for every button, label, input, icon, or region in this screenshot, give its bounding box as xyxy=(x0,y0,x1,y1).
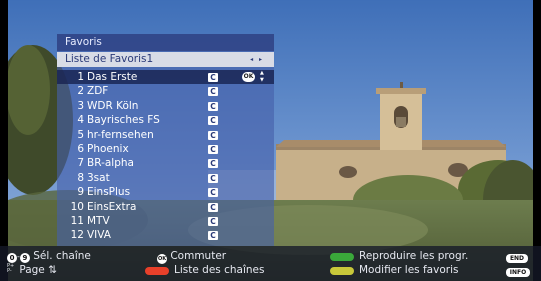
cable-source-badge: C xyxy=(208,231,218,241)
panel-title: Favoris xyxy=(57,34,274,51)
page-key-icon: P+ P- xyxy=(7,263,15,274)
channel-row[interactable]: 8 3sat C xyxy=(57,171,274,185)
ok-key-icon: OK xyxy=(157,254,167,264)
cable-source-badge: C xyxy=(208,202,218,212)
channel-label: 4 Bayrisches FS xyxy=(67,113,160,127)
cable-source-badge: C xyxy=(208,73,218,82)
info-key-icon: INFO xyxy=(506,268,530,277)
channel-row[interactable]: 1 Das Erste C OK ▲ ▼ xyxy=(57,70,274,85)
favourites-list-selector[interactable]: Liste de Favoris1 ◂ ▸ xyxy=(57,52,274,67)
channel-number: 5 xyxy=(77,128,84,141)
channel-label: 12 VIVA xyxy=(67,228,111,242)
channel-label: 3 WDR Köln xyxy=(67,99,138,113)
green-action-label: Reproduire les progr. xyxy=(359,250,469,262)
channel-name: ZDF xyxy=(87,85,109,98)
channel-label: 1 Das Erste xyxy=(67,70,137,84)
channel-label: 11 MTV xyxy=(67,214,110,228)
channel-label: 7 BR-alpha xyxy=(67,156,134,170)
channel-row[interactable]: 11 MTV C xyxy=(57,214,274,228)
cable-source-badge: C xyxy=(208,159,218,169)
switch-label: Commuter xyxy=(170,250,227,262)
channel-label: 5 hr-fernsehen xyxy=(67,128,154,142)
left-right-arrows-icon: ◂ ▸ xyxy=(250,56,264,63)
select-channel-label: Sél. chaîne xyxy=(33,250,91,262)
channel-row[interactable]: 6 Phoenix C xyxy=(57,142,274,156)
channel-label: 9 EinsPlus xyxy=(67,185,130,199)
channel-number: 6 xyxy=(77,142,84,155)
channel-row[interactable]: 12 VIVA C xyxy=(57,228,274,242)
channel-number: 11 xyxy=(70,214,84,227)
digit-0-key-icon: 0 xyxy=(7,253,17,263)
channel-number: 2 xyxy=(77,85,84,98)
switch-hint: OK Commuter xyxy=(157,250,226,264)
yellow-action-label: Modifier les favoris xyxy=(359,264,459,276)
channel-number: 8 xyxy=(77,171,84,184)
green-button-icon xyxy=(330,253,354,261)
end-key-icon: END xyxy=(506,254,528,263)
red-action-label: Liste des chaînes xyxy=(174,264,265,276)
channel-label: 8 3sat xyxy=(67,171,110,185)
channel-name: EinsPlus xyxy=(87,186,131,199)
ok-icon: OK xyxy=(242,72,255,82)
channel-list: 1 Das Erste C OK ▲ ▼ 2 ZDF C 3 WDR Köln C 4 Bayrische… xyxy=(57,70,274,243)
channel-name: Phoenix xyxy=(87,142,129,155)
cable-source-badge: C xyxy=(208,87,218,97)
channel-number: 9 xyxy=(77,186,84,199)
channel-name: WDR Köln xyxy=(87,99,139,112)
channel-row[interactable]: 4 Bayrisches FS C xyxy=(57,113,274,127)
red-button-icon xyxy=(145,267,169,275)
favourites-panel: Favoris Liste de Favoris1 ◂ ▸ 1 Das Erste… xyxy=(57,34,274,246)
yellow-button-icon xyxy=(330,267,354,275)
cable-source-badge: C xyxy=(208,116,218,126)
channel-row[interactable]: 3 WDR Köln C xyxy=(57,99,274,113)
green-button-hint: Reproduire les progr. xyxy=(330,250,490,263)
select-channel-hint: 0-9 Sél. chaîne xyxy=(7,250,91,263)
cable-source-badge: C xyxy=(208,130,218,140)
channel-number: 1 xyxy=(77,71,84,83)
page-label: Page ⇅ xyxy=(19,264,57,276)
page-hint: P+ P- Page ⇅ xyxy=(7,264,57,277)
channel-name: hr-fernsehen xyxy=(87,128,154,141)
channel-label: 2 ZDF xyxy=(67,84,108,98)
cable-source-badge: C xyxy=(208,144,218,154)
channel-label: 10 EinsExtra xyxy=(67,200,137,214)
cable-source-badge: C xyxy=(208,188,218,198)
channel-number: 3 xyxy=(77,99,84,112)
channel-name: 3sat xyxy=(87,171,110,184)
channel-number: 10 xyxy=(70,200,84,213)
yellow-button-hint: Modifier les favoris xyxy=(330,264,495,277)
channel-name: BR-alpha xyxy=(87,157,134,170)
channel-name: MTV xyxy=(87,214,110,227)
up-down-arrows-icon: ▲ ▼ xyxy=(260,70,264,83)
channel-name: EinsExtra xyxy=(87,200,137,213)
channel-number: 4 xyxy=(77,114,84,127)
cable-source-badge: C xyxy=(208,101,218,111)
channel-row[interactable]: 2 ZDF C xyxy=(57,84,274,98)
channel-name: Bayrisches FS xyxy=(87,114,160,127)
channel-row[interactable]: 9 EinsPlus C xyxy=(57,185,274,199)
channel-row[interactable]: 10 EinsExtra C xyxy=(57,200,274,214)
channel-number: 12 xyxy=(70,229,84,242)
bottom-help-bar: 0-9 Sél. chaîne OK Commuter Reproduire l… xyxy=(0,246,541,281)
channel-name: VIVA xyxy=(87,229,111,242)
cable-source-badge: C xyxy=(208,216,218,226)
channel-label: 6 Phoenix xyxy=(67,142,129,156)
channel-row[interactable]: 5 hr-fernsehen C xyxy=(57,128,274,142)
cable-source-badge: C xyxy=(208,173,218,183)
tv-screen: Favoris Liste de Favoris1 ◂ ▸ 1 Das Erste… xyxy=(0,0,541,281)
channel-number: 7 xyxy=(77,157,84,170)
channel-row[interactable]: 7 BR-alpha C xyxy=(57,156,274,170)
channel-name: Das Erste xyxy=(87,71,138,83)
red-button-hint: Liste des chaînes xyxy=(145,264,285,277)
favourites-list-name: Liste de Favoris1 xyxy=(65,53,154,65)
digit-9-key-icon: 9 xyxy=(19,253,30,263)
